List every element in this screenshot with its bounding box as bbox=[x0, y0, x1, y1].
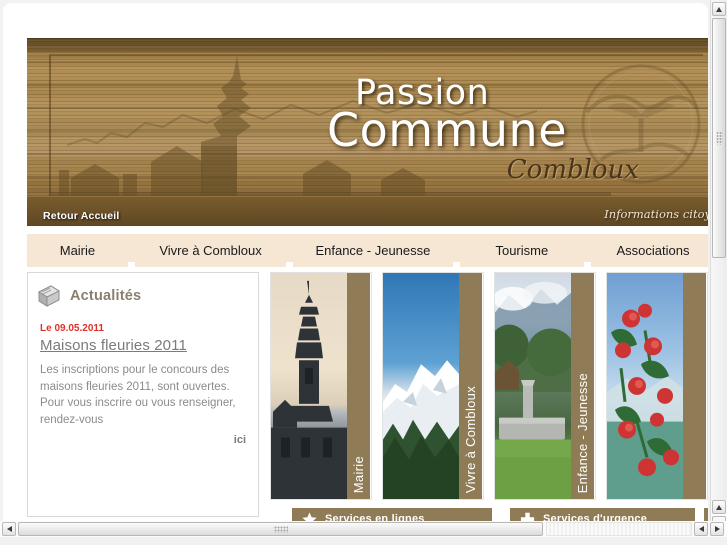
photo-label-text: Mairie bbox=[351, 455, 366, 493]
fountain-park-photo bbox=[495, 273, 571, 499]
scroll-up-button-secondary[interactable] bbox=[712, 500, 726, 514]
star-icon bbox=[302, 512, 317, 521]
photo-label-flowers bbox=[683, 273, 706, 499]
logo-line-passion: Passion bbox=[355, 73, 490, 113]
carved-village-silhouette-icon bbox=[51, 56, 611, 200]
news-headline-link[interactable]: Maisons fleuries 2011 bbox=[40, 337, 246, 354]
newspaper-icon bbox=[37, 285, 61, 307]
vertical-scrollbar[interactable] bbox=[710, 0, 727, 545]
chevron-right-icon bbox=[714, 526, 720, 532]
chevron-up-icon bbox=[716, 6, 722, 12]
main-navigation: Mairie Vivre à Combloux Enfance - Jeunes… bbox=[27, 234, 708, 267]
service-button-en-lignes[interactable]: Services en lignes bbox=[292, 508, 492, 521]
service-button-urgence[interactable]: Services d'urgence bbox=[510, 508, 695, 521]
nav-separator bbox=[452, 234, 460, 267]
scroll-right-button[interactable] bbox=[710, 522, 724, 536]
scrollbar-grip-icon bbox=[716, 131, 723, 145]
scroll-up-button[interactable] bbox=[712, 2, 726, 16]
retour-accueil-link[interactable]: Retour Accueil bbox=[43, 210, 120, 222]
nav-item-vivre-a-combloux[interactable]: Vivre à Combloux bbox=[135, 234, 287, 267]
nav-item-enfance-jeunesse[interactable]: Enfance - Jeunesse bbox=[293, 234, 453, 267]
window-bottom-edge bbox=[0, 537, 727, 545]
service-label: Services en lignes bbox=[325, 513, 425, 521]
service-buttons-row: Services en lignes Services d'urgence bbox=[270, 508, 708, 521]
photo-panel-vivre-a-combloux[interactable]: Vivre à Combloux bbox=[382, 272, 484, 500]
horizontal-scrollbar-track[interactable] bbox=[546, 522, 692, 536]
photo-panel-mairie[interactable]: Mairie bbox=[270, 272, 372, 500]
webpage-content: Passion Commune Combloux Retour Accueil … bbox=[3, 3, 708, 521]
news-more-link[interactable]: ici bbox=[28, 434, 258, 446]
nav-separator bbox=[127, 234, 135, 267]
banner-inner-frame bbox=[49, 54, 703, 198]
photo-label-text: Enfance - Jeunesse bbox=[575, 372, 590, 493]
photo-label-text: Vivre à Combloux bbox=[463, 385, 478, 493]
chevron-left-icon bbox=[698, 526, 704, 532]
nav-item-tourisme[interactable]: Tourisme bbox=[459, 234, 584, 267]
logo-line-commune: Commune bbox=[327, 103, 567, 157]
photo-label-mairie: Mairie bbox=[347, 273, 370, 499]
service-button-tools[interactable] bbox=[704, 508, 708, 521]
flowers-lake-photo bbox=[607, 273, 683, 499]
chevron-up-icon bbox=[716, 504, 722, 510]
scroll-left-button[interactable] bbox=[2, 522, 16, 536]
actualites-title: Actualités bbox=[70, 288, 142, 304]
church-steeple-photo bbox=[271, 273, 347, 499]
actualites-body: Le 09.05.2011 Maisons fleuries 2011 Les … bbox=[28, 309, 258, 428]
content-area: Actualités Le 09.05.2011 Maisons fleurie… bbox=[27, 272, 708, 521]
browser-viewport: Passion Commune Combloux Retour Accueil … bbox=[3, 3, 708, 521]
tagline-text: Informations citoy bbox=[604, 207, 708, 221]
actualites-panel: Actualités Le 09.05.2011 Maisons fleurie… bbox=[27, 272, 259, 517]
photo-label-enfance-jeunesse: Enfance - Jeunesse bbox=[571, 273, 594, 499]
photo-panel-flowers[interactable] bbox=[606, 272, 708, 500]
chevron-left-icon bbox=[6, 526, 12, 532]
logo-line-combloux: Combloux bbox=[506, 155, 639, 185]
site-logo: Passion Commune Combloux bbox=[327, 73, 647, 186]
medical-cross-icon bbox=[520, 512, 535, 521]
mont-blanc-photo bbox=[383, 273, 459, 499]
category-photo-panels: Mairie Vivre à Combloux Enfance - Jeunes… bbox=[270, 272, 708, 500]
horizontal-scrollbar-thumb[interactable] bbox=[18, 522, 543, 536]
nav-separator bbox=[286, 234, 294, 267]
browser-window: Passion Commune Combloux Retour Accueil … bbox=[0, 0, 727, 545]
carved-hands-emblem-icon bbox=[581, 64, 701, 184]
nav-separator bbox=[584, 234, 592, 267]
horizontal-scrollbar[interactable] bbox=[0, 521, 727, 537]
news-date: Le 09.05.2011 bbox=[40, 323, 104, 334]
photo-label-vivre-a-combloux: Vivre à Combloux bbox=[459, 273, 482, 499]
actualites-header: Actualités bbox=[28, 273, 258, 309]
service-label: Services d'urgence bbox=[543, 513, 648, 521]
scroll-left-button-secondary[interactable] bbox=[694, 522, 708, 536]
news-excerpt: Les inscriptions pour le concours des ma… bbox=[40, 364, 236, 426]
banner-top-edge bbox=[27, 38, 708, 52]
nav-item-mairie[interactable]: Mairie bbox=[27, 234, 128, 267]
scrollbar-grip-icon bbox=[273, 526, 288, 533]
vertical-scrollbar-thumb[interactable] bbox=[712, 18, 726, 258]
nav-item-associations[interactable]: Associations bbox=[591, 234, 708, 267]
site-header-banner: Passion Commune Combloux Retour Accueil … bbox=[27, 38, 708, 226]
photo-panel-enfance-jeunesse[interactable]: Enfance - Jeunesse bbox=[494, 272, 596, 500]
carved-mountain-ridge-icon bbox=[67, 99, 537, 146]
